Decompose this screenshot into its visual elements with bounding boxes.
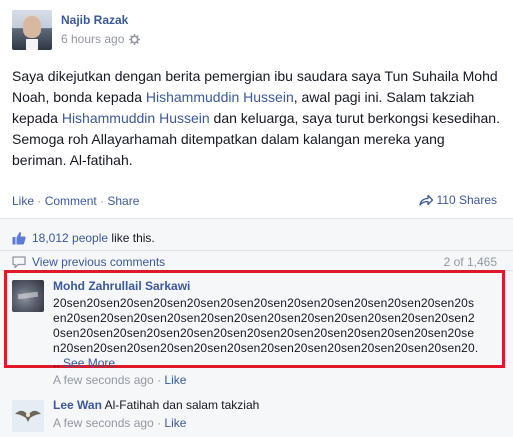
post-timestamp[interactable]: 6 hours ago — [61, 32, 124, 46]
likes-summary: 18,012 people like this. — [12, 231, 155, 245]
mention-link[interactable]: Hishammuddin Hussein — [146, 89, 294, 105]
comment-timestamp[interactable]: A few seconds ago — [53, 416, 154, 430]
comment-bubble-icon — [12, 256, 26, 269]
post-text: Saya dikejutkan dengan berita pemergian … — [12, 66, 500, 171]
comment-text-line: n20sen20sen20sen20sen20sen20sen20sen20se… — [53, 341, 479, 355]
like-link[interactable]: Like — [12, 194, 34, 208]
comment-text-line: 0sen20sen20sen20sen20sen20sen20sen20sen2… — [53, 326, 475, 340]
view-previous-label: View previous comments — [32, 255, 166, 269]
comment-like-link[interactable]: Like — [164, 416, 186, 430]
action-separator: · — [34, 194, 45, 208]
comment-text: Al-Fatihah dan salam takziah — [104, 398, 260, 412]
comments-count: 2 of 1,465 — [443, 255, 497, 269]
comment-text-line: en20sen20sen20sen20sen20sen20sen20sen20s… — [53, 311, 475, 325]
divider — [0, 250, 513, 251]
comment-meta: A few seconds ago · Like — [53, 416, 187, 430]
view-previous-comments[interactable]: View previous comments — [12, 255, 165, 269]
shares-count: 110 Shares — [436, 193, 498, 207]
comment-timestamp[interactable]: A few seconds ago — [53, 373, 154, 387]
comment-link[interactable]: Comment — [45, 194, 97, 208]
likes-suffix: like this. — [108, 231, 155, 245]
see-more-link[interactable]: See More — [63, 356, 115, 370]
post-actions: Like · Comment · Share — [12, 194, 139, 208]
shares-count-link[interactable]: 110 Shares — [418, 193, 498, 207]
commenter-name[interactable]: Mohd Zahrullail Sarkawi — [53, 279, 190, 293]
action-separator: · — [96, 194, 108, 208]
author-avatar[interactable] — [12, 10, 52, 50]
post-meta: 6 hours ago — [61, 32, 141, 46]
comment-like-link[interactable]: Like — [164, 373, 186, 387]
mention-link[interactable]: Hishammuddin Hussein — [62, 110, 210, 126]
comments-section: 18,012 people like this. View previous c… — [0, 219, 513, 437]
privacy-gear-icon[interactable] — [129, 33, 141, 45]
share-link[interactable]: Share — [107, 194, 139, 208]
commenter-avatar[interactable] — [12, 400, 44, 432]
thumbs-up-icon — [12, 231, 26, 245]
commenter-avatar[interactable] — [12, 280, 44, 312]
likers-link[interactable]: 18,012 people — [32, 231, 108, 245]
comment-text-line: 20sen20sen20sen20sen20sen20sen20sen20sen… — [53, 296, 475, 310]
author-name[interactable]: Najib Razak — [61, 13, 128, 27]
comment-ellipsis: .. — [53, 356, 64, 370]
share-arrow-icon — [418, 194, 433, 206]
commenter-name[interactable]: Lee Wan — [53, 398, 102, 412]
comment-meta: A few seconds ago · Like — [53, 373, 187, 387]
comment-body: Lee Wan Al-Fatihah dan salam takziah — [53, 398, 259, 412]
comment-more: .. See More — [53, 356, 115, 370]
